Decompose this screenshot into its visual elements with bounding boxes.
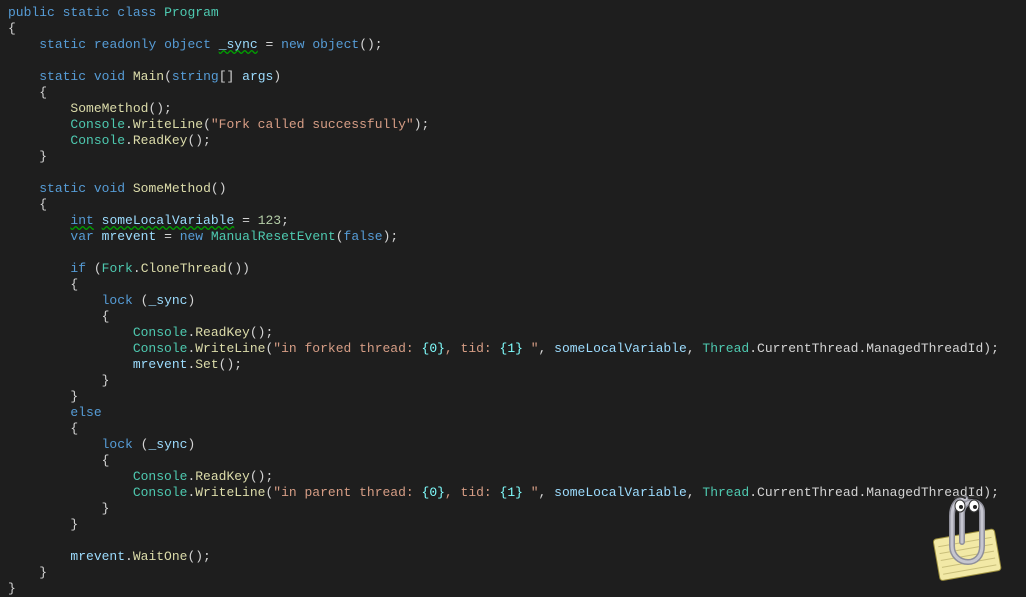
code-line: mrevent.Set();: [8, 357, 242, 372]
code-line: if (Fork.CloneThread()): [8, 261, 250, 276]
code-line: Console.ReadKey();: [8, 133, 211, 148]
code-line: var mrevent = new ManualResetEvent(false…: [8, 229, 398, 244]
code-line: Console.WriteLine("in parent thread: {0}…: [8, 485, 999, 500]
code-line: {: [8, 277, 78, 292]
code-line: lock (_sync): [8, 293, 195, 308]
code-line: {: [8, 85, 47, 100]
code-line: Console.ReadKey();: [8, 469, 273, 484]
code-line: static void SomeMethod(): [8, 181, 227, 196]
code-line: Console.WriteLine("in forked thread: {0}…: [8, 341, 999, 356]
code-line: lock (_sync): [8, 437, 195, 452]
code-line: Console.ReadKey();: [8, 325, 273, 340]
code-line: }: [8, 373, 109, 388]
code-line: mrevent.WaitOne();: [8, 549, 211, 564]
code-line: }: [8, 389, 78, 404]
code-editor[interactable]: public static class Program { static rea…: [8, 5, 1018, 597]
code-line: int someLocalVariable = 123;: [8, 213, 289, 228]
code-line: else: [8, 405, 102, 420]
code-line: SomeMethod();: [8, 101, 172, 116]
code-line: static void Main(string[] args): [8, 69, 281, 84]
code-line: {: [8, 197, 47, 212]
code-line: }: [8, 149, 47, 164]
code-line: public static class Program: [8, 5, 219, 20]
code-line: }: [8, 517, 78, 532]
code-line: {: [8, 421, 78, 436]
code-line: }: [8, 501, 109, 516]
code-line: }: [8, 565, 47, 580]
code-line: {: [8, 309, 109, 324]
code-line: {: [8, 453, 109, 468]
clippy-assistant-icon[interactable]: [916, 484, 1016, 584]
code-line: Console.WriteLine("Fork called successfu…: [8, 117, 429, 132]
code-line: static readonly object _sync = new objec…: [8, 37, 383, 52]
code-line: {: [8, 21, 16, 36]
